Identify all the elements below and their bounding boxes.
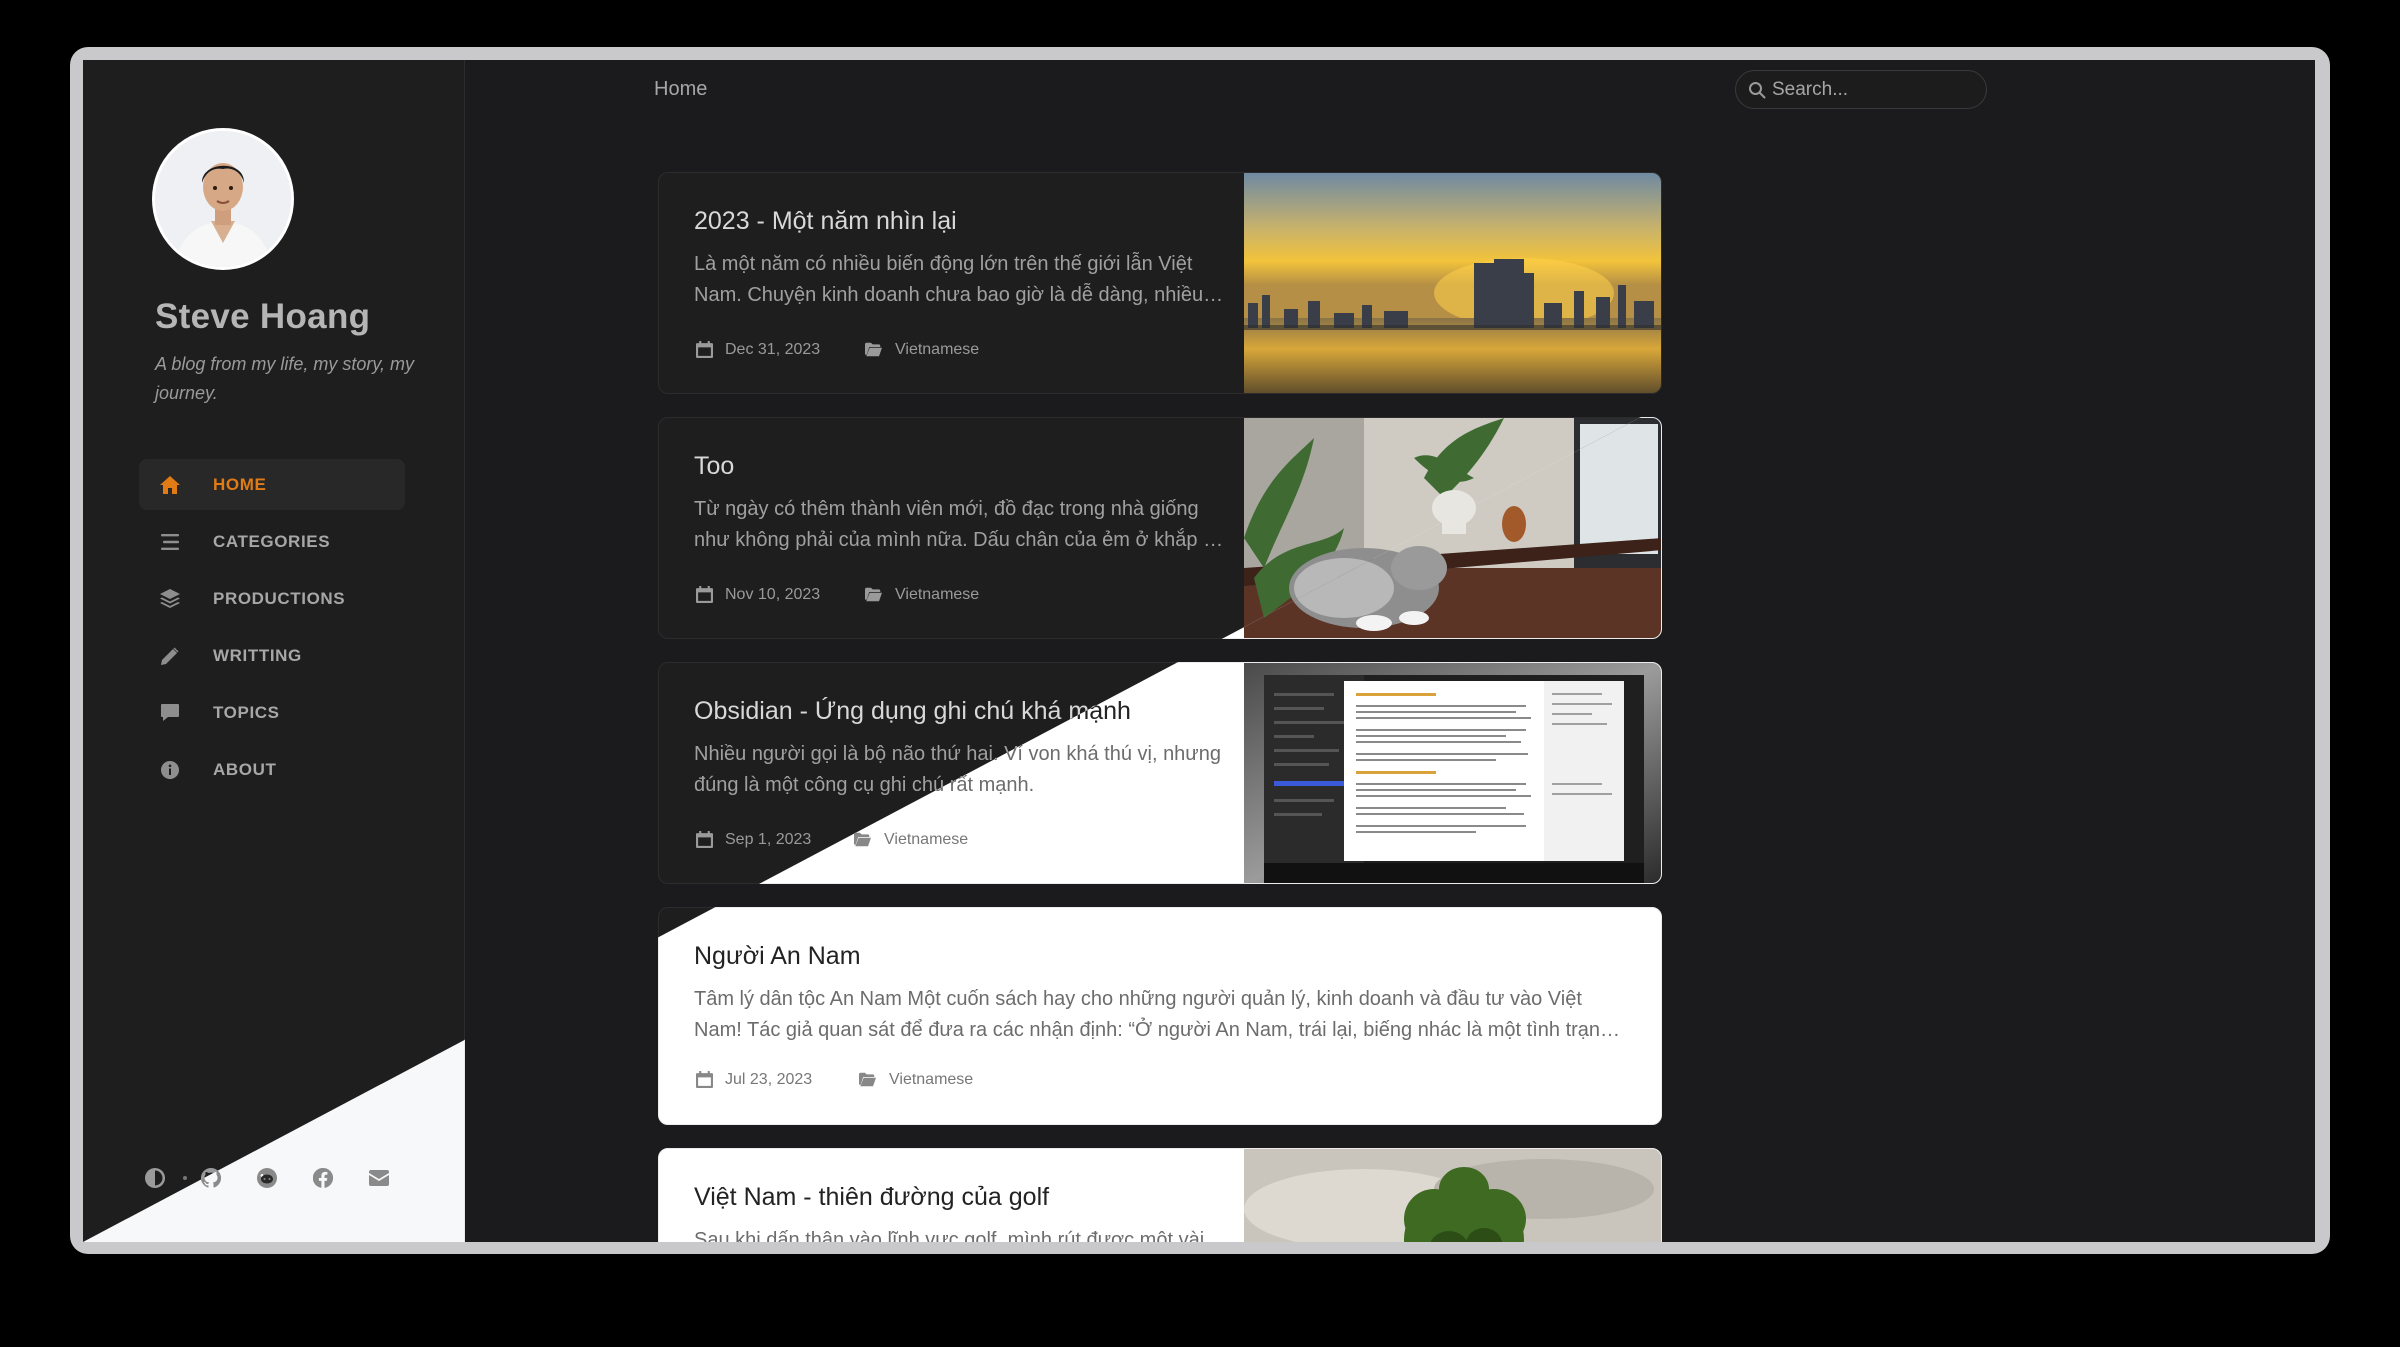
calendar-icon: [696, 1071, 713, 1093]
post-preview-image[interactable]: [1244, 663, 1661, 883]
separator-dot: [183, 1176, 187, 1180]
calendar-icon: [696, 586, 713, 608]
search-bar[interactable]: [1735, 70, 1987, 109]
theme-toggle-icon[interactable]: [139, 1162, 171, 1194]
nav-item-label: WRITTING: [213, 646, 302, 665]
post-title[interactable]: 2023 - Một năm nhìn lại: [694, 207, 957, 236]
post-category[interactable]: Vietnamese: [884, 831, 968, 849]
nav-item-writting[interactable]: WRITTING: [139, 630, 405, 681]
facebook-icon[interactable]: [307, 1162, 339, 1194]
comment-icon: [159, 703, 181, 723]
post-title[interactable]: Too: [694, 452, 734, 481]
post-preview-image[interactable]: [1244, 173, 1661, 393]
folder-open-icon: [859, 1071, 876, 1093]
folder-open-icon: [865, 341, 882, 363]
nav-item-topics[interactable]: TOPICS: [139, 687, 405, 738]
post-date: Dec 31, 2023: [725, 341, 821, 358]
post-excerpt: Là một năm có nhiều biến động lớn trên t…: [694, 253, 1204, 306]
post-date: Jul 23, 2023: [725, 1071, 813, 1088]
post-date: Sep 1, 2023: [725, 831, 812, 848]
search-icon: [1748, 81, 1766, 99]
nav-item-label: HOME: [213, 475, 267, 494]
site-subtitle: A blog from my life, my story, my journe…: [155, 354, 415, 403]
nav-item-about[interactable]: ABOUT: [139, 744, 405, 795]
post-excerpt: Tâm lý dân tộc An Nam Một cuốn sách hay …: [694, 988, 1612, 1041]
post-category[interactable]: Vietnamese: [889, 1071, 973, 1089]
reddit-icon[interactable]: [251, 1162, 283, 1194]
post-card[interactable]: Người An Nam Tâm lý dân tộc An Nam Một c…: [658, 907, 1662, 1125]
nav-item-categories[interactable]: CATEGORIES: [139, 516, 405, 567]
layers-icon: [159, 589, 181, 609]
avatar[interactable]: [152, 128, 294, 270]
info-icon: [159, 760, 181, 780]
post-date: Nov 10, 2023: [725, 586, 821, 603]
folder-open-icon: [854, 831, 871, 853]
post-title[interactable]: Người An Nam: [694, 942, 861, 971]
pen-icon: [159, 646, 181, 666]
sidebar: Steve Hoang A blog from my life, my stor…: [83, 60, 465, 1242]
stream-icon: [159, 532, 181, 552]
search-input[interactable]: [1772, 76, 1972, 104]
folder-open-icon: [865, 586, 882, 608]
nav-item-label: TOPICS: [213, 703, 280, 722]
post-preview-image[interactable]: [1244, 1149, 1661, 1242]
nav-item-productions[interactable]: PRODUCTIONS: [139, 573, 405, 624]
calendar-icon: [696, 341, 713, 363]
sidebar-nav: HOME CATEGORIES PRODUCTIONS WRITTING TOP…: [139, 459, 405, 801]
nav-item-home[interactable]: HOME: [139, 459, 405, 510]
browser-viewport: Steve Hoang A blog from my life, my stor…: [83, 60, 2315, 1242]
post-excerpt: Từ ngày có thêm thành viên mới, đồ đạc t…: [694, 498, 1236, 551]
site-title[interactable]: Steve Hoang: [155, 297, 370, 337]
nav-item-label: ABOUT: [213, 760, 277, 779]
post-category[interactable]: Vietnamese: [895, 341, 979, 359]
breadcrumb[interactable]: Home: [654, 78, 707, 101]
post-card[interactable]: 2023 - Một năm nhìn lại Là một năm có nh…: [658, 172, 1662, 394]
post-title[interactable]: Obsidian - Ứng dụng ghi chú khá mạnh: [694, 697, 1131, 726]
home-icon: [159, 475, 181, 495]
post-excerpt: Sau khi dấn thân vào lĩnh vực golf, mình…: [694, 1229, 1205, 1242]
nav-item-label: CATEGORIES: [213, 532, 331, 551]
post-title[interactable]: Việt Nam - thiên đường của golf: [694, 1183, 1049, 1212]
nav-item-label: PRODUCTIONS: [213, 589, 346, 608]
post-card[interactable]: Việt Nam - thiên đường của golf Sau khi …: [658, 1148, 1662, 1242]
email-icon[interactable]: [363, 1162, 395, 1194]
post-category[interactable]: Vietnamese: [895, 586, 979, 604]
calendar-icon: [696, 831, 713, 853]
